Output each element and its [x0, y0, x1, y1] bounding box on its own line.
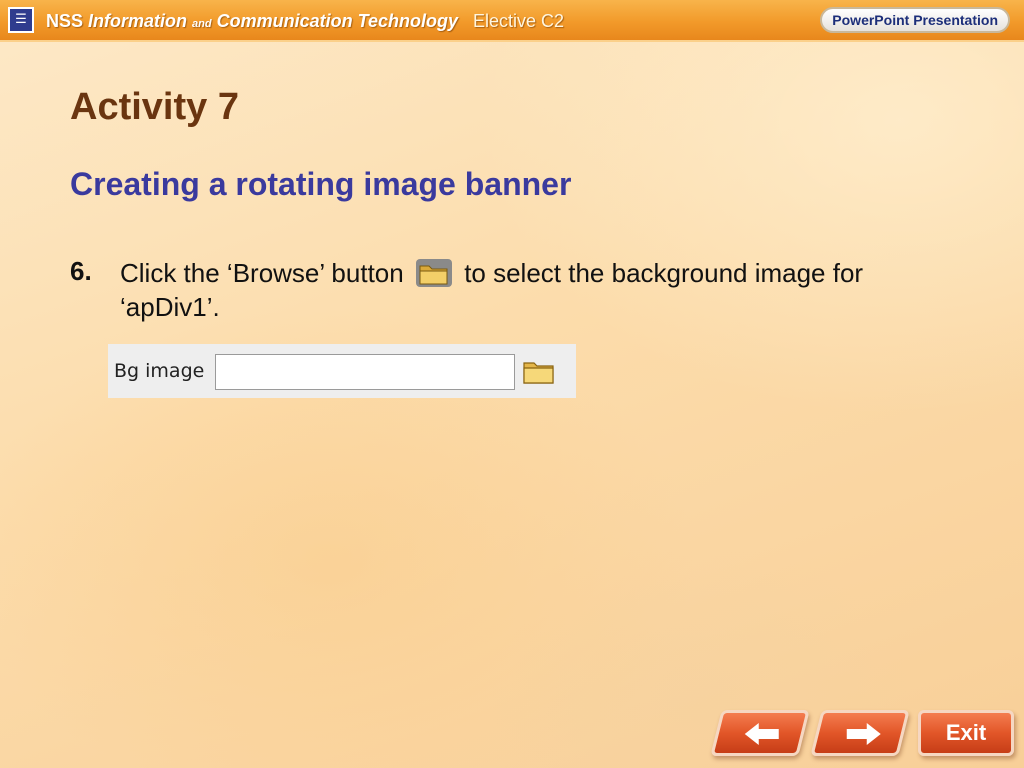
nss-logo-icon: ☰: [8, 7, 34, 33]
top-banner: ☰ NSS Information and Communication Tech…: [0, 0, 1024, 42]
previous-button[interactable]: [710, 710, 810, 756]
browse-folder-icon[interactable]: [521, 357, 557, 387]
folder-icon: [415, 258, 453, 288]
step-number: 6.: [70, 256, 92, 286]
next-button[interactable]: [810, 710, 910, 756]
page-title: Activity 7: [70, 86, 239, 128]
banner-information: Information: [88, 11, 188, 31]
exit-button[interactable]: Exit: [918, 710, 1014, 756]
bg-image-label: Bg image: [114, 360, 205, 382]
banner-title: NSS Information and Communication Techno…: [46, 9, 564, 33]
banner-and: and: [192, 18, 212, 30]
step-text: Click the ‘Browse’ button to select the …: [120, 256, 960, 324]
arrow-right-icon: [846, 723, 881, 745]
arrow-left-icon: [744, 723, 779, 745]
banner-elective: Elective C2: [472, 11, 565, 31]
bg-image-input[interactable]: [215, 354, 515, 390]
bg-image-panel: Bg image: [108, 344, 576, 398]
step-text-before: Click the ‘Browse’ button: [120, 258, 404, 288]
page-subtitle: Creating a rotating image banner: [70, 166, 572, 202]
banner-communication-technology: Communication Technology: [216, 11, 458, 31]
powerpoint-presentation-button[interactable]: PowerPoint Presentation: [820, 7, 1010, 33]
banner-nss: NSS: [46, 11, 84, 31]
